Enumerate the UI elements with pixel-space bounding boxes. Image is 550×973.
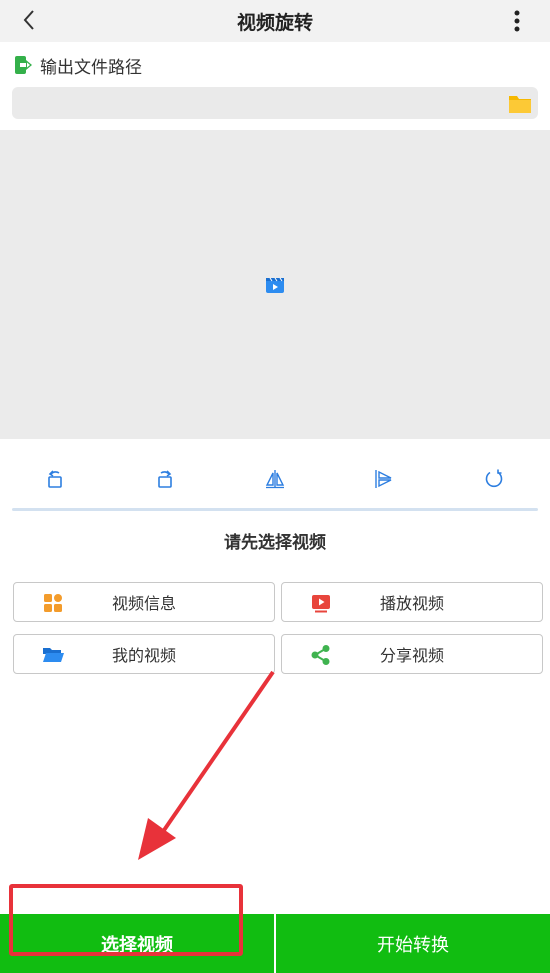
more-options-button[interactable]: [502, 6, 532, 36]
video-clapper-icon: [266, 277, 284, 293]
select-video-button[interactable]: 选择视频: [0, 914, 276, 973]
export-icon: [15, 56, 32, 74]
flip-horizontal-icon: [265, 470, 285, 489]
rotate-left-button[interactable]: [41, 466, 69, 492]
rotate-left-icon: [48, 470, 62, 488]
flip-horizontal-button[interactable]: [261, 466, 289, 492]
rotation-toolbar: [0, 458, 550, 500]
flip-vertical-button[interactable]: [369, 466, 397, 492]
share-icon: [311, 645, 330, 665]
reset-rotate-icon: [485, 469, 503, 488]
output-path-row: 输出文件路径: [14, 52, 142, 78]
output-path-label: 输出文件路径: [40, 57, 142, 78]
folder-open-icon: [43, 648, 64, 662]
chevron-left-icon: [23, 10, 34, 30]
video-info-button[interactable]: 视频信息: [13, 582, 275, 622]
more-vertical-icon: [514, 10, 520, 32]
output-path-input[interactable]: [12, 87, 538, 119]
play-screen-icon: [312, 595, 330, 613]
flip-vertical-icon: [375, 470, 392, 488]
start-convert-button[interactable]: 开始转换: [276, 914, 550, 973]
rotate-right-icon: [158, 470, 172, 488]
my-videos-button[interactable]: 我的视频: [13, 634, 275, 674]
folder-icon[interactable]: [508, 92, 532, 114]
rotate-right-button[interactable]: [151, 466, 179, 492]
share-video-button[interactable]: 分享视频: [281, 634, 543, 674]
select-video-hint: 请先选择视频: [224, 533, 326, 553]
reset-rotate-button[interactable]: [480, 466, 508, 492]
play-video-button[interactable]: 播放视频: [281, 582, 543, 622]
divider: [12, 508, 538, 511]
top-bar: 视频旋转: [0, 0, 550, 42]
apps-icon: [44, 594, 62, 612]
video-preview-area: [0, 130, 550, 439]
page-title: 视频旋转: [236, 11, 313, 34]
bottom-action-bar: 选择视频 开始转换: [0, 914, 550, 973]
back-button[interactable]: [14, 5, 44, 35]
